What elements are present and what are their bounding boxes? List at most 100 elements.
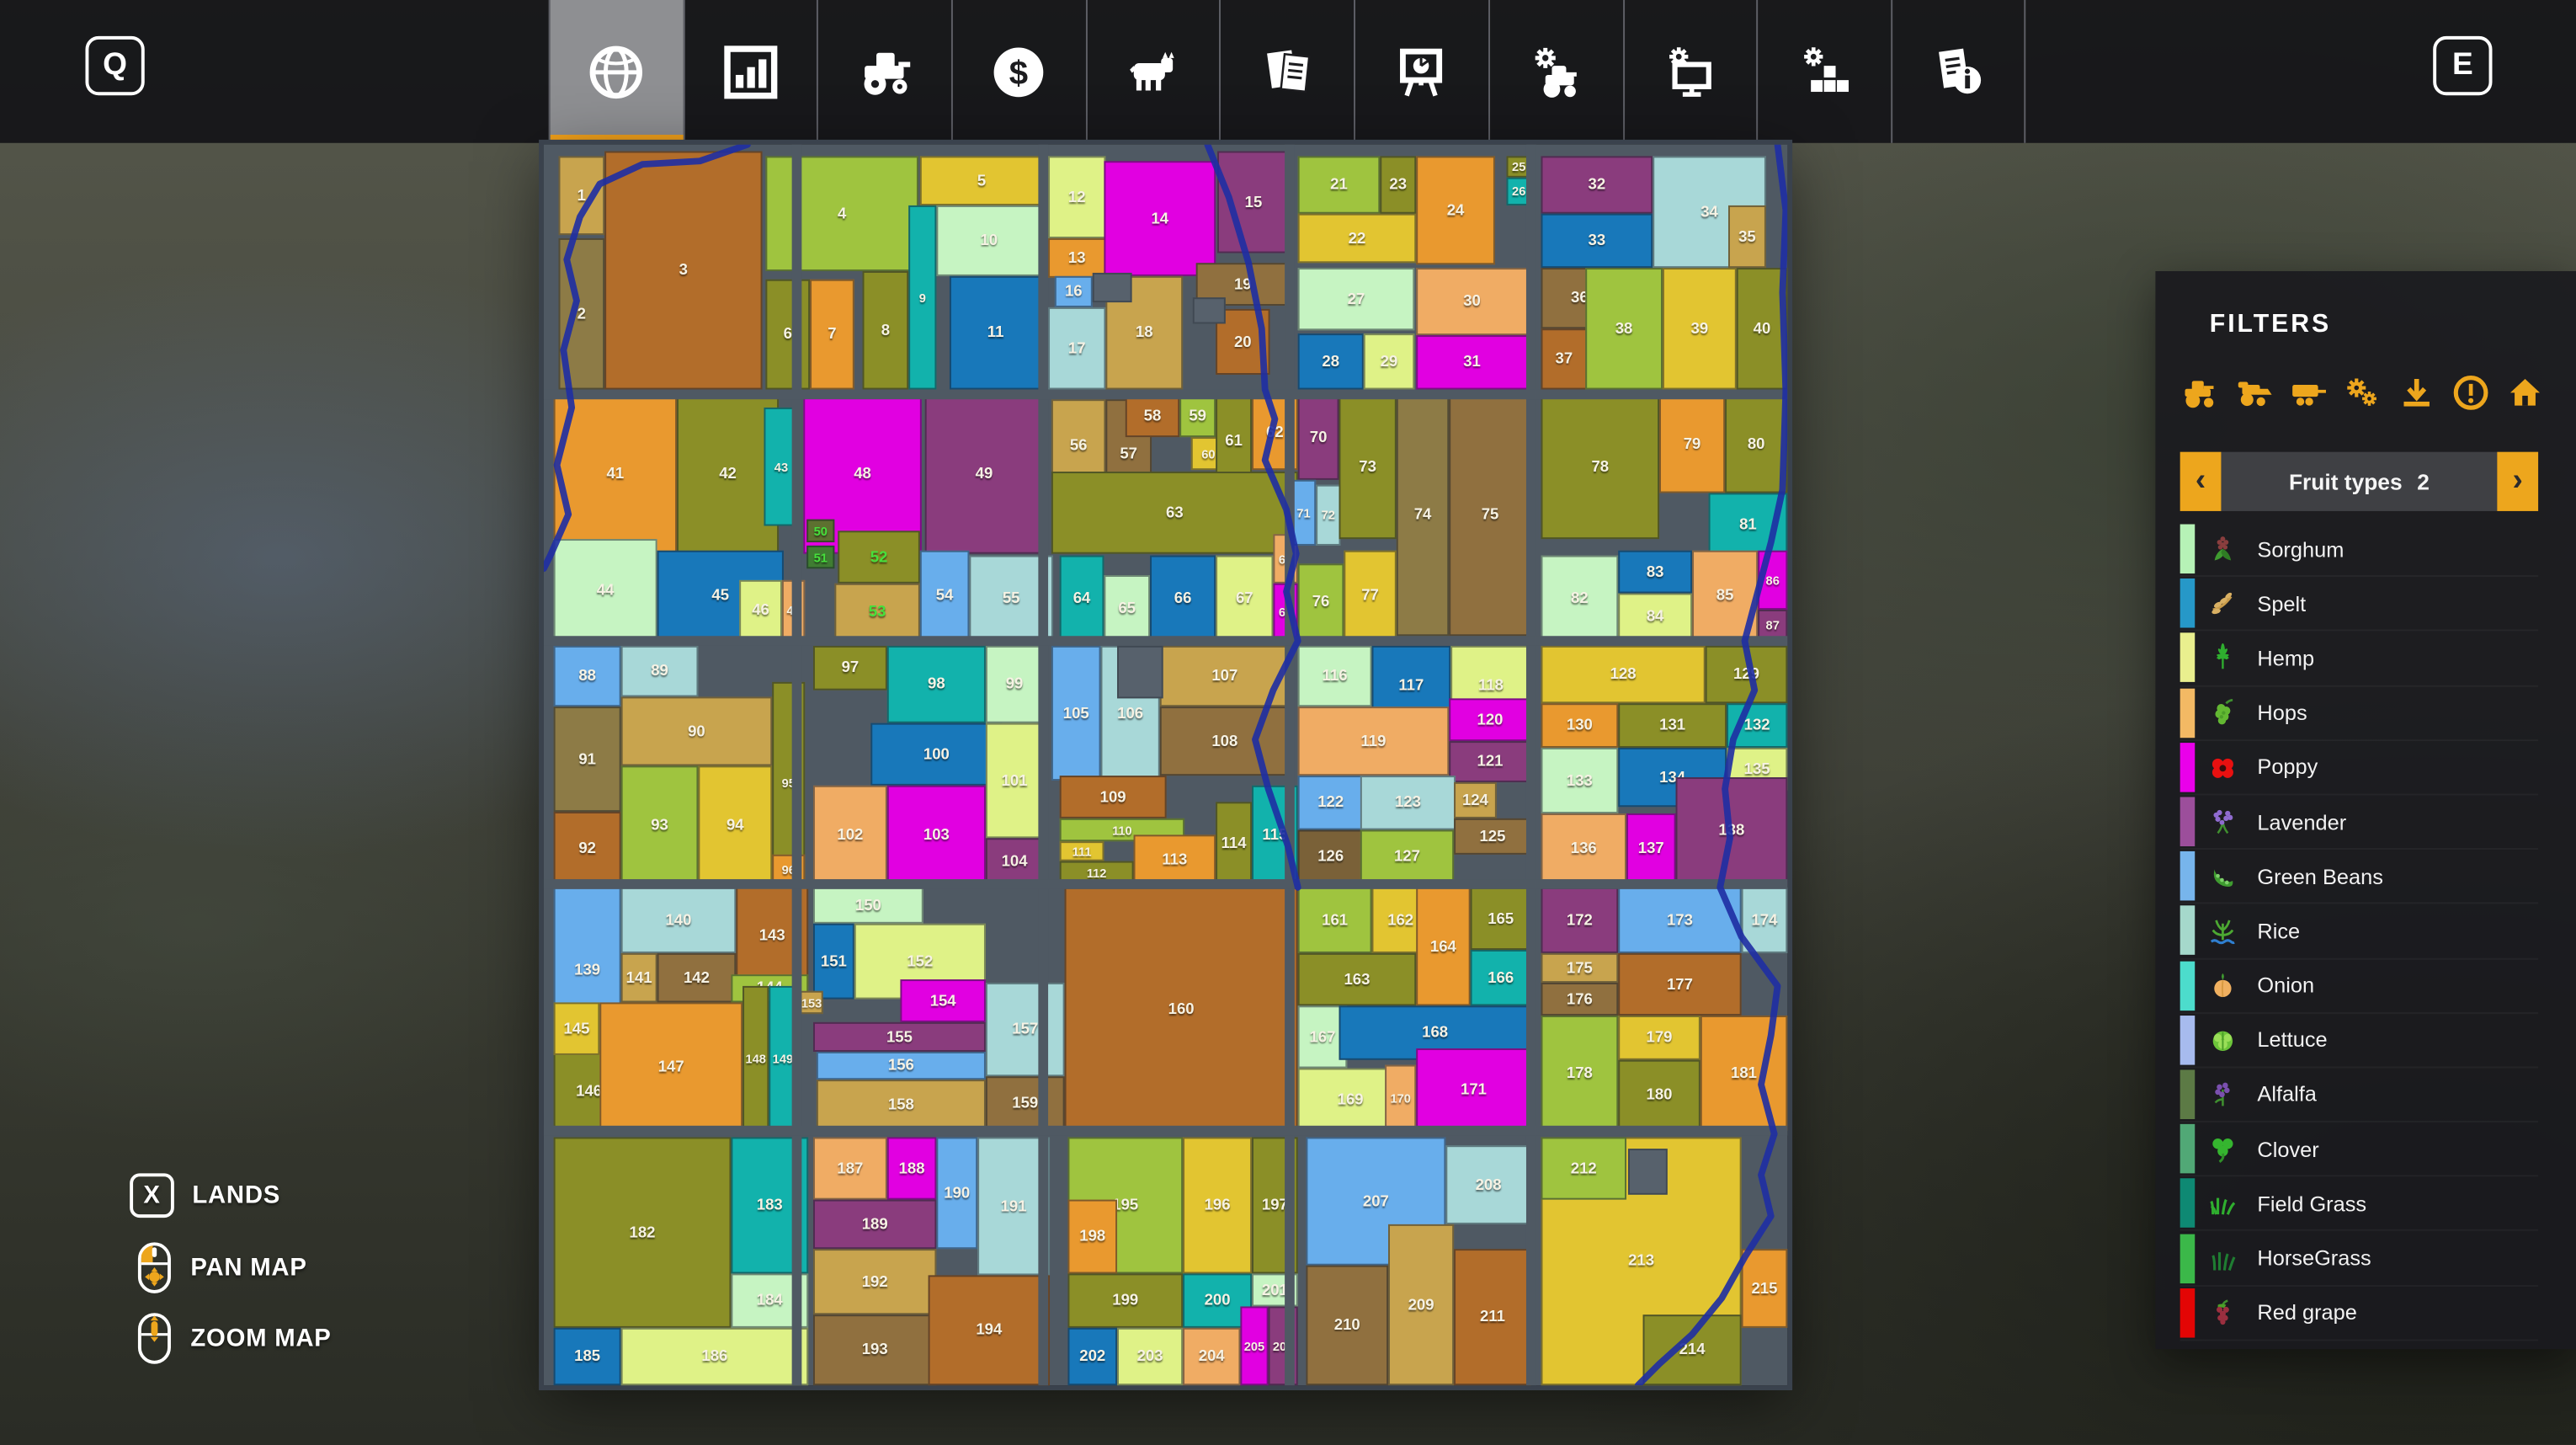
crop-filter-red-grape[interactable]: Red grape: [2180, 1286, 2538, 1341]
field-164[interactable]: 164: [1416, 888, 1470, 1006]
field-6[interactable]: 6: [765, 280, 810, 390]
field-10[interactable]: 10: [936, 205, 1041, 276]
crop-filter-spelt[interactable]: Spelt: [2180, 577, 2538, 632]
field-142[interactable]: 142: [657, 953, 737, 1003]
crop-filter-alfalfa[interactable]: Alfalfa: [2180, 1068, 2538, 1122]
farm-map[interactable]: 1234591011678121314151617181920212223242…: [544, 145, 1787, 1385]
field-127[interactable]: 127: [1360, 830, 1454, 884]
field-102[interactable]: 102: [813, 786, 887, 884]
field-177[interactable]: 177: [1618, 953, 1741, 1016]
crop-filter-hops[interactable]: Hops: [2180, 686, 2538, 741]
field-106[interactable]: 106: [1101, 646, 1160, 781]
crop-filter-onion[interactable]: Onion: [2180, 959, 2538, 1014]
field-119[interactable]: 119: [1298, 707, 1450, 776]
field-86[interactable]: 86: [1758, 551, 1787, 610]
field-9[interactable]: 9: [908, 205, 936, 390]
field-112[interactable]: 112: [1060, 861, 1134, 884]
prev-category-button[interactable]: ‹: [2180, 452, 2222, 511]
field-155[interactable]: 155: [813, 1022, 986, 1052]
field-47[interactable]: 47: [782, 580, 805, 641]
field-109[interactable]: 109: [1060, 776, 1167, 818]
field-191[interactable]: 191: [977, 1137, 1050, 1275]
lands-hotkey-button[interactable]: X: [130, 1173, 174, 1218]
field-12[interactable]: 12: [1048, 156, 1105, 238]
field-188[interactable]: 188: [887, 1137, 937, 1199]
field-88[interactable]: 88: [554, 646, 621, 707]
field-71[interactable]: 71: [1291, 480, 1316, 546]
field-100[interactable]: 100: [870, 723, 1002, 786]
field-114[interactable]: 114: [1216, 802, 1252, 884]
field-206[interactable]: 206: [1269, 1306, 1298, 1385]
field-163[interactable]: 163: [1298, 953, 1417, 1005]
crop-filter-lavender[interactable]: Lavender: [2180, 795, 2538, 850]
tab-production[interactable]: [1354, 0, 1488, 143]
field-65[interactable]: 65: [1104, 575, 1150, 641]
field-62[interactable]: 62: [1252, 394, 1298, 470]
field-73[interactable]: 73: [1339, 394, 1396, 539]
field-101[interactable]: 101: [986, 723, 1043, 839]
next-tab-hotkey-button[interactable]: E: [2433, 36, 2492, 95]
field-21[interactable]: 21: [1298, 156, 1381, 213]
field-107[interactable]: 107: [1160, 646, 1290, 707]
field-186[interactable]: 186: [621, 1328, 808, 1385]
field-30[interactable]: 30: [1416, 268, 1528, 335]
field-120[interactable]: 120: [1449, 698, 1531, 741]
tab-contracts[interactable]: [1220, 0, 1354, 143]
field-26[interactable]: 26: [1507, 178, 1531, 205]
field-81[interactable]: 81: [1709, 493, 1788, 555]
field-214[interactable]: 214: [1643, 1314, 1742, 1385]
field-41[interactable]: 41: [554, 394, 677, 553]
tab-map[interactable]: [549, 0, 683, 143]
field-14[interactable]: 14: [1104, 161, 1216, 276]
field-37[interactable]: 37: [1541, 328, 1588, 389]
field-173[interactable]: 173: [1618, 888, 1741, 953]
field-11[interactable]: 11: [950, 276, 1041, 390]
crop-filter-hemp[interactable]: Hemp: [2180, 632, 2538, 686]
field-170[interactable]: 170: [1385, 1065, 1416, 1131]
field-143[interactable]: 143: [736, 884, 808, 986]
field-138[interactable]: 138: [1676, 777, 1788, 884]
field-212[interactable]: 212: [1541, 1137, 1626, 1199]
field-176[interactable]: 176: [1541, 983, 1619, 1016]
field-122[interactable]: 122: [1298, 776, 1364, 829]
field-15[interactable]: 15: [1217, 152, 1290, 253]
field-77[interactable]: 77: [1344, 551, 1396, 641]
field-123[interactable]: 123: [1360, 776, 1456, 829]
field-182[interactable]: 182: [554, 1137, 732, 1327]
field-29[interactable]: 29: [1364, 333, 1414, 389]
field-147[interactable]: 147: [599, 1002, 742, 1130]
field-136[interactable]: 136: [1541, 813, 1626, 884]
field-93[interactable]: 93: [621, 765, 699, 884]
field-184[interactable]: 184: [731, 1273, 808, 1327]
field-52[interactable]: 52: [838, 531, 920, 583]
field-190[interactable]: 190: [936, 1137, 977, 1249]
field-194[interactable]: 194: [929, 1275, 1050, 1385]
field-193[interactable]: 193: [813, 1314, 936, 1385]
field-157[interactable]: 157: [986, 983, 1065, 1076]
field-84[interactable]: 84: [1618, 594, 1692, 642]
field-55[interactable]: 55: [969, 556, 1053, 641]
field-89[interactable]: 89: [621, 646, 699, 696]
field-40[interactable]: 40: [1737, 268, 1787, 389]
field-87[interactable]: 87: [1758, 610, 1787, 641]
field-50[interactable]: 50: [806, 520, 834, 542]
gears-icon[interactable]: [2343, 373, 2382, 413]
field-31[interactable]: 31: [1416, 335, 1528, 389]
field-19[interactable]: 19: [1196, 263, 1290, 306]
field-23[interactable]: 23: [1380, 156, 1416, 213]
field-185[interactable]: 185: [554, 1328, 621, 1385]
field-5[interactable]: 5: [920, 156, 1043, 205]
field-166[interactable]: 166: [1471, 950, 1531, 1005]
field-165[interactable]: 165: [1471, 888, 1531, 950]
field-63[interactable]: 63: [1051, 472, 1298, 554]
field-189[interactable]: 189: [813, 1200, 936, 1250]
crop-filter-clover[interactable]: Clover: [2180, 1122, 2538, 1177]
warning-icon[interactable]: [2451, 373, 2491, 413]
field-115[interactable]: 115: [1252, 786, 1298, 884]
field-92[interactable]: 92: [554, 812, 621, 884]
field-49[interactable]: 49: [925, 394, 1044, 553]
field-4[interactable]: 4: [765, 156, 918, 271]
field-178[interactable]: 178: [1541, 1016, 1619, 1131]
field-90[interactable]: 90: [621, 696, 773, 765]
field-39[interactable]: 39: [1663, 268, 1737, 389]
